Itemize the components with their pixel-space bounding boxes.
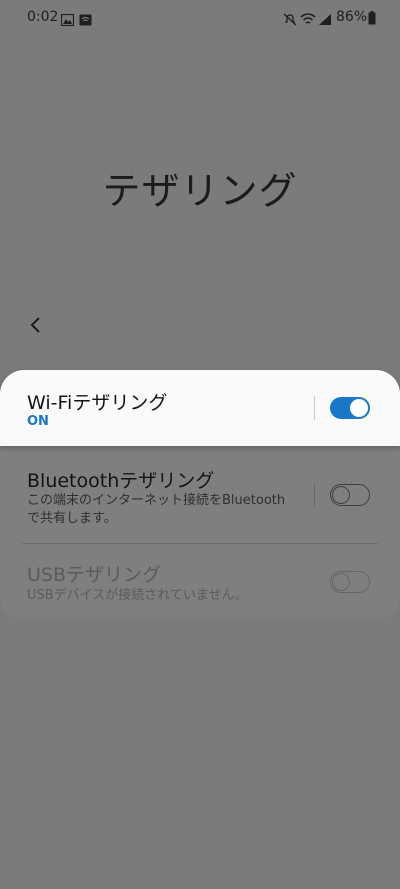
wifi-tethering-title: Wi-Fiテザリング — [27, 392, 168, 414]
bluetooth-tethering-description: この端末のインターネット接続をBluetoothで共有します。 — [27, 493, 286, 526]
bluetooth-tethering-row[interactable]: Bluetoothテザリング この端末のインターネット接続をBluetoothで… — [0, 446, 400, 543]
mute-icon — [283, 11, 297, 30]
toggle-knob — [332, 572, 350, 591]
status-bar: 0:02 86% — [0, 0, 400, 36]
data-saver-icon — [79, 11, 92, 30]
usb-tethering-description: USBデバイスが接続されていません。 — [27, 588, 248, 603]
toggle-divider — [314, 396, 315, 420]
toggle-knob — [332, 485, 350, 504]
wifi-icon — [300, 11, 316, 30]
battery-icon — [368, 10, 376, 29]
toggle-divider — [314, 483, 315, 507]
page-title: テザリング — [102, 169, 298, 213]
bluetooth-tethering-toggle[interactable] — [330, 484, 370, 506]
usb-tethering-title: USBテザリング — [27, 564, 162, 586]
toggle-knob — [350, 399, 368, 417]
signal-icon — [318, 11, 332, 30]
usb-tethering-toggle — [330, 571, 370, 593]
bluetooth-tethering-title: Bluetoothテザリング — [27, 470, 215, 492]
wifi-tethering-status: ON — [27, 414, 49, 429]
status-time: 0:02 — [27, 9, 59, 25]
chevron-left-icon — [30, 317, 40, 333]
back-button[interactable] — [22, 310, 50, 340]
wifi-tethering-toggle[interactable] — [330, 397, 370, 419]
battery-percentage: 86% — [336, 9, 368, 25]
image-icon — [60, 11, 75, 30]
wifi-tethering-row[interactable]: Wi-Fiテザリング ON — [0, 370, 400, 446]
usb-tethering-row: USBテザリング USBデバイスが接続されていません。 — [0, 544, 400, 614]
